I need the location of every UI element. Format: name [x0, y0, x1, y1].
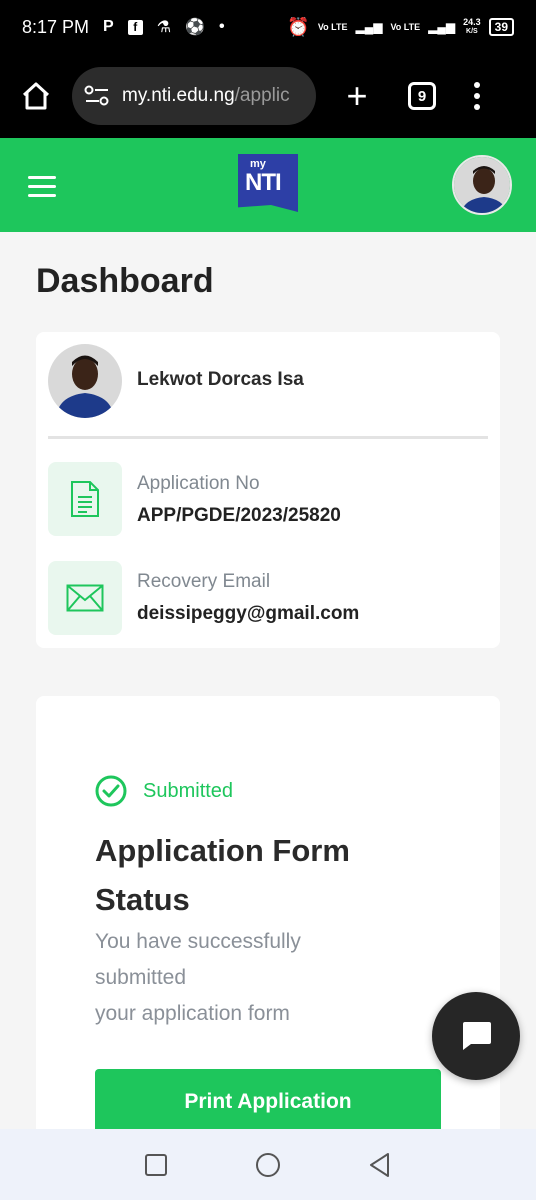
- tab-switcher-button[interactable]: 9: [408, 82, 436, 110]
- application-number-label: Application No: [137, 473, 260, 494]
- new-tab-button[interactable]: +: [342, 78, 372, 114]
- plus-icon: +: [346, 75, 368, 116]
- profile-avatar-image: [48, 344, 122, 418]
- url-path: /applic: [234, 85, 290, 106]
- flask-icon: ⚗: [156, 19, 172, 36]
- status-badge: Submitted: [143, 780, 234, 802]
- application-number-icon-box: [48, 462, 122, 536]
- signal-bars-icon: ▂▄▆: [355, 20, 383, 34]
- signal-indicator-2: Vo LTE: [390, 21, 421, 32]
- chat-button[interactable]: [432, 992, 520, 1080]
- profile-divider: [48, 436, 488, 439]
- more-dot: [474, 104, 480, 110]
- status-description-line: You have successfully: [95, 930, 301, 953]
- notification-icons: P f ⚗ ⚽ •: [103, 17, 225, 37]
- check-circle-icon: [95, 775, 127, 807]
- print-application-button[interactable]: Print Application: [95, 1069, 441, 1133]
- system-indicators: ⏰ Vo LTE ▂▄▆ Vo LTE ▂▄▆ 24.3 K/S 39: [287, 17, 514, 38]
- system-navigation-bar: [0, 1129, 536, 1200]
- application-status-card: Submitted Application Form Status You ha…: [36, 696, 500, 1176]
- app-header: my NTI: [0, 138, 536, 232]
- site-settings-icon[interactable]: [84, 85, 110, 107]
- browser-toolbar: my.nti.edu.ng/applic + 9: [0, 54, 536, 138]
- menu-button[interactable]: [28, 176, 56, 203]
- facebook-icon: f: [127, 19, 143, 35]
- system-status-bar: 8:17 PM P f ⚗ ⚽ • ⏰ Vo LTE ▂▄▆ Vo LTE ▂▄…: [0, 0, 536, 54]
- recovery-email-value: deissipeggy@gmail.com: [137, 603, 360, 624]
- more-dot: [474, 93, 480, 99]
- menu-line: [28, 176, 56, 179]
- profile-name: Lekwot Dorcas Isa: [137, 369, 304, 390]
- signal-indicator-1: Vo LTE: [317, 21, 348, 32]
- status-description-line: your application form: [95, 1002, 290, 1025]
- chat-icon: [463, 1022, 491, 1050]
- home-icon: [22, 82, 50, 110]
- battery-indicator: 39: [488, 18, 514, 36]
- status-description-line: submitted: [95, 966, 187, 989]
- url-domain: my.nti.edu.ng: [122, 85, 235, 106]
- net-speed-unit: K/S: [466, 28, 478, 35]
- recovery-email-icon-box: [48, 561, 122, 635]
- status-description: You have successfully submitted your app…: [95, 924, 395, 1032]
- football-icon: ⚽: [185, 19, 205, 36]
- home-button[interactable]: [18, 78, 54, 114]
- menu-line: [28, 194, 56, 197]
- dot-icon: •: [218, 18, 225, 35]
- url-bar[interactable]: my.nti.edu.ng/applic: [72, 67, 316, 125]
- recent-apps-button[interactable]: [144, 1153, 168, 1177]
- signal-bars-icon-2: ▂▄▆: [428, 20, 456, 34]
- user-avatar[interactable]: [452, 155, 512, 215]
- net-speed-value: 24.3: [463, 17, 481, 27]
- more-dot: [474, 82, 480, 88]
- status-time: 8:17 PM: [22, 16, 90, 37]
- application-number-value: APP/PGDE/2023/25820: [137, 505, 341, 526]
- browser-menu-button[interactable]: [474, 82, 480, 110]
- url-text: my.nti.edu.ng/applic: [122, 85, 290, 107]
- p-app-icon: P: [103, 18, 114, 35]
- home-nav-button[interactable]: [255, 1152, 281, 1178]
- document-icon: [71, 481, 99, 517]
- alarm-icon: ⏰: [287, 16, 310, 37]
- nti-logo[interactable]: my NTI: [238, 154, 298, 212]
- status-title: Application Form Status: [95, 833, 350, 917]
- menu-line: [28, 185, 56, 188]
- logo-main-text: NTI: [245, 169, 282, 196]
- profile-card: Lekwot Dorcas Isa Application No APP/PGD…: [36, 332, 500, 648]
- net-speed: 24.3 K/S: [463, 18, 481, 36]
- envelope-icon: [66, 584, 104, 612]
- avatar-image: [454, 157, 510, 213]
- profile-avatar: [48, 344, 122, 418]
- back-nav-button[interactable]: [368, 1152, 392, 1178]
- recovery-email-label: Recovery Email: [137, 571, 271, 592]
- page-title: Dashboard: [36, 262, 214, 300]
